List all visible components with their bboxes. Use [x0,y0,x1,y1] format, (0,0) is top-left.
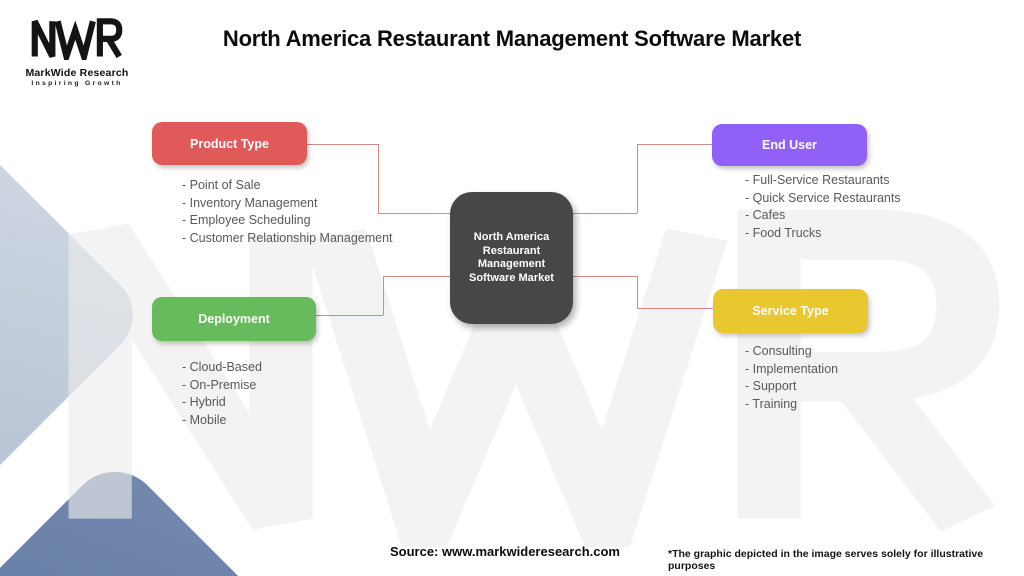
category-list-product-type: - Point of Sale - Inventory Management -… [182,177,393,247]
page-title: North America Restaurant Management Soft… [222,26,802,51]
category-label: Service Type [752,304,829,318]
list-item: - Training [745,396,798,411]
category-box-product-type: Product Type [152,122,307,165]
category-label: Product Type [190,136,269,151]
category-list-service-type: - Consulting - Implementation - Support … [745,343,838,413]
list-item: - On-Premise [182,377,257,392]
connector-deployment-v [383,276,384,315]
list-item: - Quick Service Restaurants [745,190,901,205]
category-box-deployment: Deployment [152,297,316,341]
list-item: - Inventory Management [182,195,318,210]
infographic-canvas: MarkWide Research Inspiring Growth North… [0,0,1024,576]
category-box-service-type: Service Type [713,289,868,333]
center-node: North America Restaurant Management Soft… [450,192,573,324]
logo-tagline: Inspiring Growth [31,80,123,87]
connector-deployment-h1 [316,315,383,316]
source-text: Source: www.markwideresearch.com [389,544,620,559]
connector-enduser-h1 [637,144,712,145]
list-item: - Food Trucks [745,225,822,240]
list-item: - Implementation [745,361,839,376]
category-list-deployment: - Cloud-Based - On-Premise - Hybrid - Mo… [182,359,262,429]
connector-service-h2 [637,308,713,309]
category-label: End User [762,138,817,152]
connector-product-h1 [307,144,378,145]
list-item: - Employee Scheduling [182,213,311,228]
list-item: - Consulting [745,344,812,358]
connector-enduser-h2 [573,213,637,214]
disclaimer-text: *The graphic depicted in the image serve… [668,548,984,572]
list-item: - Support [745,379,797,394]
center-node-line: North America [473,231,550,243]
list-item: - Full-Service Restaurants [745,173,890,187]
category-box-end-user: End User [712,124,867,166]
list-item: - Mobile [182,412,227,427]
connector-enduser-v [637,144,638,213]
category-label: Deployment [198,312,270,326]
center-node-line: Restaurant [482,244,541,257]
category-list-end-user: - Full-Service Restaurants - Quick Servi… [745,172,901,242]
list-item: - Point of Sale [182,178,261,192]
list-item: - Customer Relationship Management [182,230,393,245]
connector-deployment-h2 [383,276,452,277]
list-item: - Cloud-Based [182,360,262,374]
center-node-line: Management [477,258,546,270]
list-item: - Cafes [745,208,786,223]
logo-name: MarkWide Research [25,67,129,79]
center-node-line: Software Market [469,271,554,284]
connector-service-h1 [573,276,637,277]
list-item: - Hybrid [182,395,226,410]
connector-service-v [637,276,638,308]
